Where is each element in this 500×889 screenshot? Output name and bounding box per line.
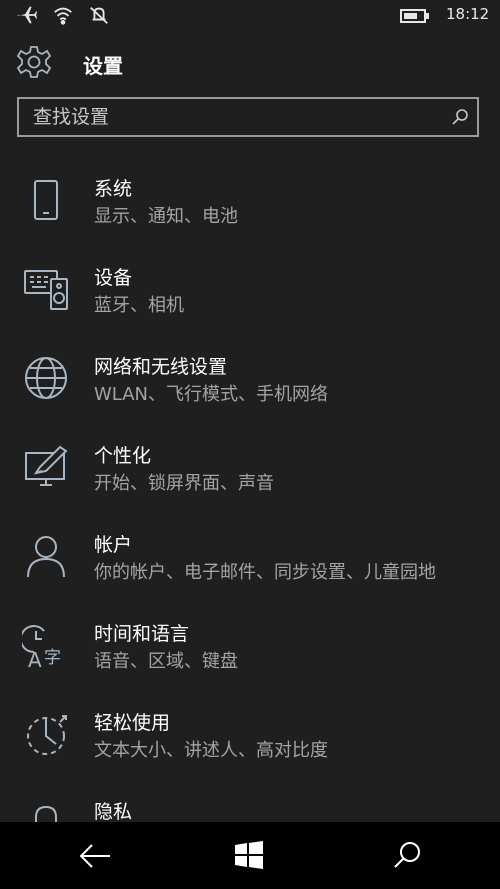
back-arrow-icon[interactable]	[78, 842, 112, 870]
clock: 18:12	[446, 5, 490, 23]
settings-item-label: 系统	[94, 178, 133, 200]
svg-text:字: 字	[44, 648, 61, 668]
settings-item-label: 轻松使用	[94, 712, 171, 734]
status-bar: 18:12	[0, 0, 500, 32]
personalization-icon	[25, 445, 68, 486]
search-input[interactable]	[19, 99, 453, 135]
settings-item-desc: 开始、锁屏界面、声音	[94, 473, 274, 494]
settings-item-label: 个性化	[94, 445, 152, 467]
devices-icon	[24, 270, 68, 310]
windows-icon[interactable]	[234, 840, 264, 870]
settings-item-ease-of-access[interactable]: 轻松使用 文本大小、讲述人、高对比度	[0, 696, 500, 785]
globe-icon	[25, 357, 67, 399]
settings-item-desc: 显示、通知、电池	[94, 206, 238, 227]
settings-item-system[interactable]: 系统 显示、通知、电池	[0, 162, 500, 251]
settings-list: 系统 显示、通知、电池 设备 蓝牙、相机 网络和无线设置 WLAN、飞行模式、手…	[0, 162, 500, 874]
settings-item-network[interactable]: 网络和无线设置 WLAN、飞行模式、手机网络	[0, 340, 500, 429]
settings-item-time-language[interactable]: A 字 时间和语言 语音、区域、键盘	[0, 607, 500, 696]
quiet-hours-icon	[90, 7, 108, 24]
search-icon[interactable]	[451, 108, 469, 126]
svg-text:A: A	[28, 648, 42, 669]
settings-item-devices[interactable]: 设备 蓝牙、相机	[0, 251, 500, 340]
wifi-icon	[54, 7, 72, 25]
settings-item-desc: 蓝牙、相机	[94, 295, 184, 316]
settings-item-label: 隐私	[94, 801, 133, 823]
navigation-bar	[0, 822, 500, 889]
search-icon[interactable]	[392, 840, 422, 870]
settings-item-label: 时间和语言	[94, 623, 190, 645]
settings-item-label: 网络和无线设置	[94, 356, 228, 378]
ease-of-access-icon	[27, 715, 67, 755]
search-box[interactable]	[17, 97, 479, 137]
phone-icon	[34, 180, 58, 220]
settings-item-accounts[interactable]: 帐户 你的帐户、电子邮件、同步设置、儿童园地	[0, 518, 500, 607]
settings-item-desc: 语音、区域、键盘	[94, 651, 238, 672]
status-icons	[16, 4, 110, 26]
settings-item-label: 帐户	[94, 534, 133, 556]
settings-item-label: 设备	[94, 267, 133, 289]
page-header: 设置	[0, 40, 500, 90]
person-icon	[27, 536, 65, 578]
settings-item-personalization[interactable]: 个性化 开始、锁屏界面、声音	[0, 429, 500, 518]
airplane-icon	[17, 6, 38, 24]
gear-icon	[16, 46, 52, 78]
time-language-icon: A 字	[22, 625, 61, 669]
page-title: 设置	[83, 54, 123, 78]
settings-item-desc: 你的帐户、电子邮件、同步设置、儿童园地	[94, 562, 436, 583]
battery-icon	[400, 9, 429, 23]
settings-item-desc: 文本大小、讲述人、高对比度	[94, 740, 328, 761]
settings-item-desc: WLAN、飞行模式、手机网络	[94, 384, 329, 405]
